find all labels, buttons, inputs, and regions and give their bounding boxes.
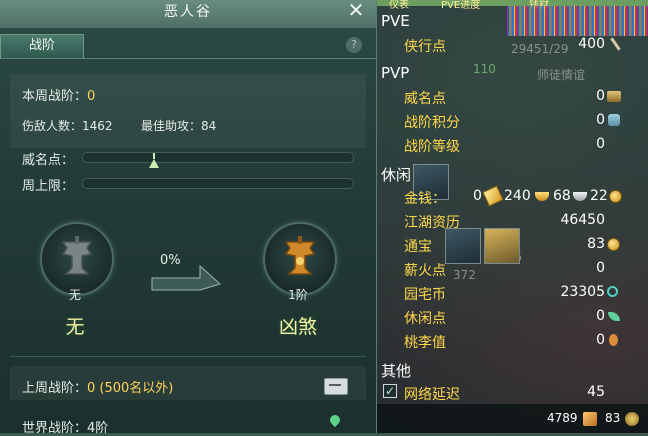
last-week-label: 上周战阶： [22, 381, 88, 396]
money-gold: 240 [504, 188, 531, 204]
taoli-value: 0 [596, 332, 605, 348]
assist-row: 最佳助攻：84 [141, 117, 216, 134]
homestead-coin-icon [607, 286, 618, 297]
battle-rank-panel: 恶人谷 ✕ 战阶 ? 本周战阶：0 伤敌人数：1462 最佳助攻：84 威名点：… [0, 0, 377, 436]
tab-strip: 战阶 ? [0, 34, 376, 59]
current-rank-name: 无 [65, 316, 85, 338]
leisure-points-label: 休闲点 [404, 311, 446, 327]
other-heading: 其他 [381, 362, 412, 380]
next-rank-caption: 1阶 [288, 288, 308, 302]
brush-icon [610, 37, 621, 51]
weekly-rank-label: 本周战阶： [22, 89, 88, 104]
xinhuo-value: 0 [596, 260, 605, 276]
last-week-row: 上周战阶：0 (500名以外) [22, 377, 173, 396]
prestige-label: 威名点： [22, 153, 75, 168]
world-rank-row: 世界战阶：4阶 [22, 417, 108, 436]
world-rank-value: 4阶 [87, 421, 109, 436]
glitch-strip [507, 6, 648, 36]
top-tab-0[interactable]: 仪表 [389, 0, 409, 11]
rank-level-label: 战阶等级 [404, 139, 460, 155]
ghost-text-3: 师徒情谊 [537, 68, 586, 82]
leaf-icon [608, 312, 620, 321]
banner-gold-icon [284, 236, 316, 275]
help-icon[interactable]: ? [346, 37, 362, 53]
rank-score-value: 0 [596, 112, 605, 128]
next-rank-name: 凶煞 [278, 316, 317, 338]
world-rank-label: 世界战阶： [22, 421, 88, 436]
close-icon[interactable]: ✕ [346, 0, 366, 22]
money-label: 金钱： [404, 191, 446, 207]
current-rank-emblem [40, 222, 114, 296]
jianghu-label: 江湖资历 [404, 215, 460, 231]
prestige-bar [82, 152, 354, 163]
xinhuo-label: 薪火点 [404, 263, 446, 279]
pve-heading: PVE [381, 12, 410, 30]
flag-icon[interactable] [583, 412, 597, 426]
chivalry-label: 侠行点 [404, 39, 446, 55]
gold-brick-icon [482, 185, 504, 207]
location-pin-icon[interactable] [327, 412, 343, 428]
currency-stats-panel: 仪表 PVE进度 钱财 29451/29 110 师徒情谊 372 15 PVE… [377, 0, 648, 433]
gold-ingot-icon [535, 192, 549, 201]
kills-label: 伤敌人数： [22, 119, 83, 133]
divider [10, 356, 366, 357]
copper-coin-icon [609, 190, 622, 203]
money-silver: 68 [553, 188, 571, 204]
cap-bar [82, 178, 354, 189]
assist-label: 最佳助攻： [141, 119, 202, 133]
latency-label: 网络延迟 [404, 387, 460, 403]
banner-grey-icon [61, 236, 93, 275]
next-rank-emblem [263, 222, 337, 296]
bottom-right-value: 83 [605, 411, 621, 425]
kills-row: 伤敌人数：1462 [22, 117, 113, 134]
cap-label: 周上限： [22, 179, 75, 194]
homestead-coin-label: 园宅币 [404, 287, 446, 303]
weekly-rank-row: 本周战阶：0 [22, 85, 95, 104]
buff-portrait-2 [484, 228, 520, 264]
pvp-heading: PVP [381, 64, 410, 82]
current-rank-caption: 无 [68, 288, 81, 302]
tongbao-label: 通宝 [404, 239, 432, 255]
tongbao-coin-icon [607, 238, 620, 251]
last-week-value: 0 (500名以外) [87, 381, 174, 396]
bottom-status-bar: 4789 83 [377, 404, 648, 433]
latency-checkbox[interactable]: ✓ [383, 384, 397, 398]
taoli-label: 桃李值 [404, 335, 446, 351]
buff-portrait-1 [445, 228, 481, 264]
tongbao-value: 83 [587, 236, 605, 252]
prestige-points-label: 威名点 [404, 91, 446, 107]
bottom-left-value: 4789 [547, 411, 578, 425]
latency-value: 45 [587, 384, 605, 400]
rank-level-value: 0 [596, 136, 605, 152]
prestige-points-value: 0 [596, 88, 605, 104]
top-tab-1[interactable]: PVE进度 [441, 0, 480, 11]
assist-value: 84 [201, 119, 217, 133]
leisure-points-value: 0 [596, 308, 605, 324]
money-copper: 22 [590, 188, 608, 204]
kills-value: 1462 [82, 119, 113, 133]
chivalry-value: 400 [578, 36, 605, 52]
leisure-heading: 休闲 [381, 166, 412, 184]
mail-icon[interactable] [324, 378, 348, 395]
prestige-marker-icon [149, 159, 159, 168]
silver-ingot-icon [573, 192, 587, 201]
homestead-coin-value: 23305 [560, 284, 605, 300]
ghost-text-2: 110 [473, 62, 496, 76]
gourd-icon [609, 334, 618, 346]
weekly-rank-value: 0 [87, 89, 96, 104]
money-bricks: 0 [473, 188, 482, 204]
tab-battle-rank[interactable]: 战阶 [0, 34, 84, 58]
jianghu-value: 46450 [560, 212, 605, 228]
progress-arrow-icon [151, 264, 221, 291]
ghost-text-4: 372 [453, 268, 476, 282]
prestige-icon [607, 91, 621, 102]
coin-round-icon[interactable] [625, 412, 639, 426]
rank-score-label: 战阶积分 [404, 115, 460, 131]
window-title: 恶人谷 [0, 0, 376, 28]
rank-score-icon [608, 114, 620, 126]
